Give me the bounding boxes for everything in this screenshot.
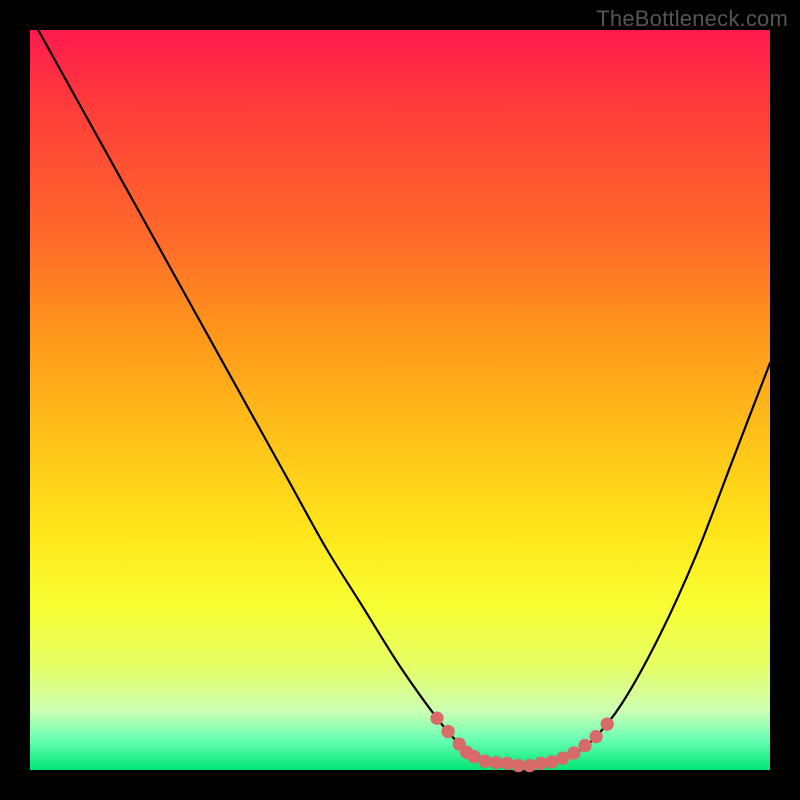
- valley-dot: [523, 759, 536, 772]
- watermark-text: TheBottleneck.com: [596, 6, 788, 32]
- valley-dots: [430, 712, 614, 773]
- valley-dot: [441, 725, 454, 738]
- bottleneck-curve: [30, 15, 770, 766]
- valley-dot: [589, 730, 602, 743]
- plot-area: [30, 30, 770, 770]
- valley-dot: [430, 712, 443, 725]
- curve-svg: [30, 30, 770, 770]
- valley-dot: [578, 739, 591, 752]
- valley-dot: [601, 717, 614, 730]
- valley-dot: [567, 746, 580, 759]
- chart-frame: TheBottleneck.com: [0, 0, 800, 800]
- valley-dot: [501, 757, 514, 770]
